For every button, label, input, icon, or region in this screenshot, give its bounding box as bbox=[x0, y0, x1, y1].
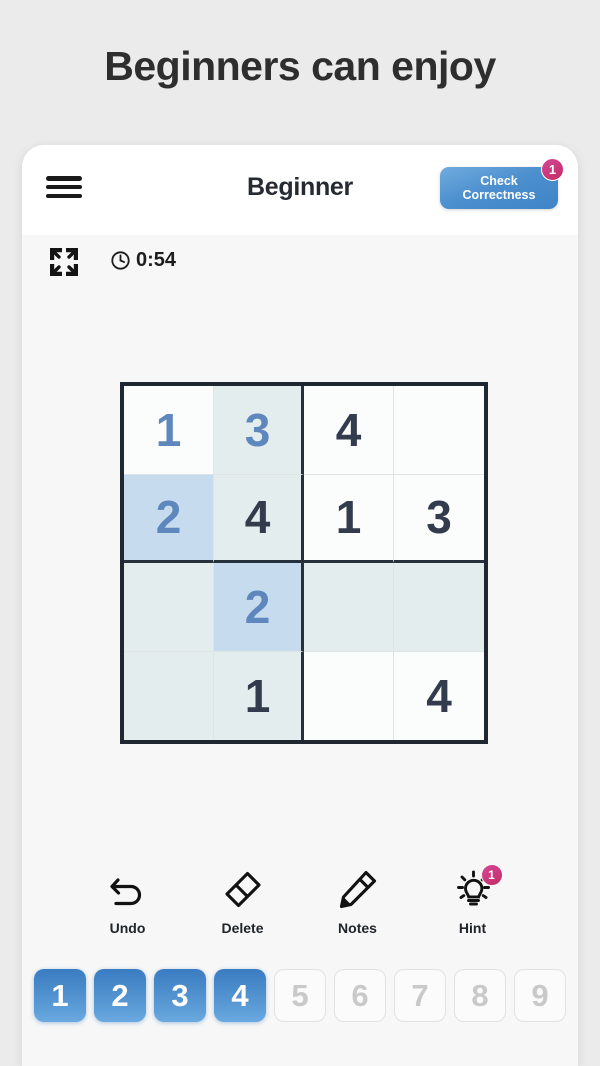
sudoku-cell[interactable] bbox=[124, 651, 214, 740]
numpad-key-8: 8 bbox=[454, 969, 506, 1022]
tool-notes-button[interactable]: Notes bbox=[320, 868, 396, 936]
sudoku-cell[interactable]: 4 bbox=[304, 386, 394, 475]
check-correctness-badge: 1 bbox=[541, 158, 564, 181]
numpad-key-1[interactable]: 1 bbox=[34, 969, 86, 1022]
sudoku-cell[interactable]: 2 bbox=[214, 563, 304, 652]
cell-value: 4 bbox=[244, 491, 271, 544]
tool-label: Notes bbox=[338, 920, 377, 936]
check-correctness-label-line2: Correctness bbox=[462, 188, 536, 202]
sudoku-cell[interactable]: 4 bbox=[214, 474, 304, 563]
fullscreen-expand-icon[interactable] bbox=[47, 245, 81, 279]
number-pad: 123456789 bbox=[22, 963, 578, 1022]
sudoku-cell[interactable] bbox=[124, 563, 214, 652]
page-headline: Beginners can enjoy bbox=[104, 43, 496, 89]
cell-value: 1 bbox=[244, 669, 271, 722]
timer-group: 0:54 bbox=[110, 249, 176, 272]
sudoku-cell[interactable] bbox=[394, 386, 484, 475]
undo-arrow-icon bbox=[107, 868, 149, 910]
sudoku-cell[interactable] bbox=[394, 563, 484, 652]
eraser-icon bbox=[222, 868, 264, 910]
numpad-key-3[interactable]: 3 bbox=[154, 969, 206, 1022]
sudoku-cell[interactable]: 3 bbox=[394, 474, 484, 563]
sudoku-cell[interactable]: 1 bbox=[124, 386, 214, 475]
phone-mockup-card: Beginner Check Correctness 1 0:54 1 3 4 … bbox=[22, 145, 578, 1066]
pencil-icon bbox=[337, 868, 379, 910]
status-row: 0:54 bbox=[22, 235, 578, 293]
tool-hint-button[interactable]: Hint 1 bbox=[435, 864, 511, 936]
board-area: 1 3 4 2 4 1 3 2 1 4 bbox=[22, 293, 578, 858]
tool-row: Undo Delete Notes Hint 1 bbox=[22, 858, 578, 963]
check-correctness-wrap: Check Correctness 1 bbox=[440, 158, 564, 209]
cell-value: 3 bbox=[426, 491, 452, 544]
cell-value: 2 bbox=[155, 491, 182, 544]
sudoku-cell[interactable] bbox=[304, 651, 394, 740]
timer-value: 0:54 bbox=[136, 249, 177, 271]
hint-badge: 1 bbox=[480, 864, 503, 886]
numpad-key-6: 6 bbox=[334, 969, 386, 1022]
sudoku-cell[interactable]: 3 bbox=[214, 386, 304, 475]
numpad-key-2[interactable]: 2 bbox=[94, 969, 146, 1022]
app-header: Beginner Check Correctness 1 bbox=[22, 145, 578, 235]
numpad-key-5: 5 bbox=[274, 969, 326, 1022]
cell-value: 1 bbox=[335, 491, 362, 544]
clock-icon bbox=[111, 251, 130, 270]
cell-value: 2 bbox=[244, 580, 271, 633]
check-correctness-label-line1: Check bbox=[480, 174, 518, 188]
tool-label: Hint bbox=[458, 920, 487, 936]
sudoku-board: 1 3 4 2 4 1 3 2 1 4 bbox=[120, 382, 488, 744]
cell-value: 4 bbox=[426, 669, 452, 722]
sudoku-cell[interactable] bbox=[304, 563, 394, 652]
check-correctness-button[interactable]: Check Correctness bbox=[440, 167, 558, 209]
cell-value: 4 bbox=[335, 403, 362, 456]
sudoku-cell[interactable]: 1 bbox=[214, 651, 304, 740]
numpad-key-4[interactable]: 4 bbox=[214, 969, 266, 1022]
tool-undo-button[interactable]: Undo bbox=[90, 868, 166, 936]
sudoku-cell[interactable]: 1 bbox=[304, 474, 394, 563]
cell-value: 1 bbox=[155, 403, 182, 456]
numpad-key-9: 9 bbox=[514, 969, 566, 1022]
cell-value: 3 bbox=[244, 403, 271, 456]
tool-delete-button[interactable]: Delete bbox=[205, 868, 281, 936]
sudoku-cell[interactable]: 2 bbox=[124, 474, 214, 563]
tool-label: Undo bbox=[109, 920, 146, 936]
numpad-key-7: 7 bbox=[394, 969, 446, 1022]
sudoku-cell[interactable]: 4 bbox=[394, 651, 484, 740]
tool-label: Delete bbox=[221, 920, 264, 936]
